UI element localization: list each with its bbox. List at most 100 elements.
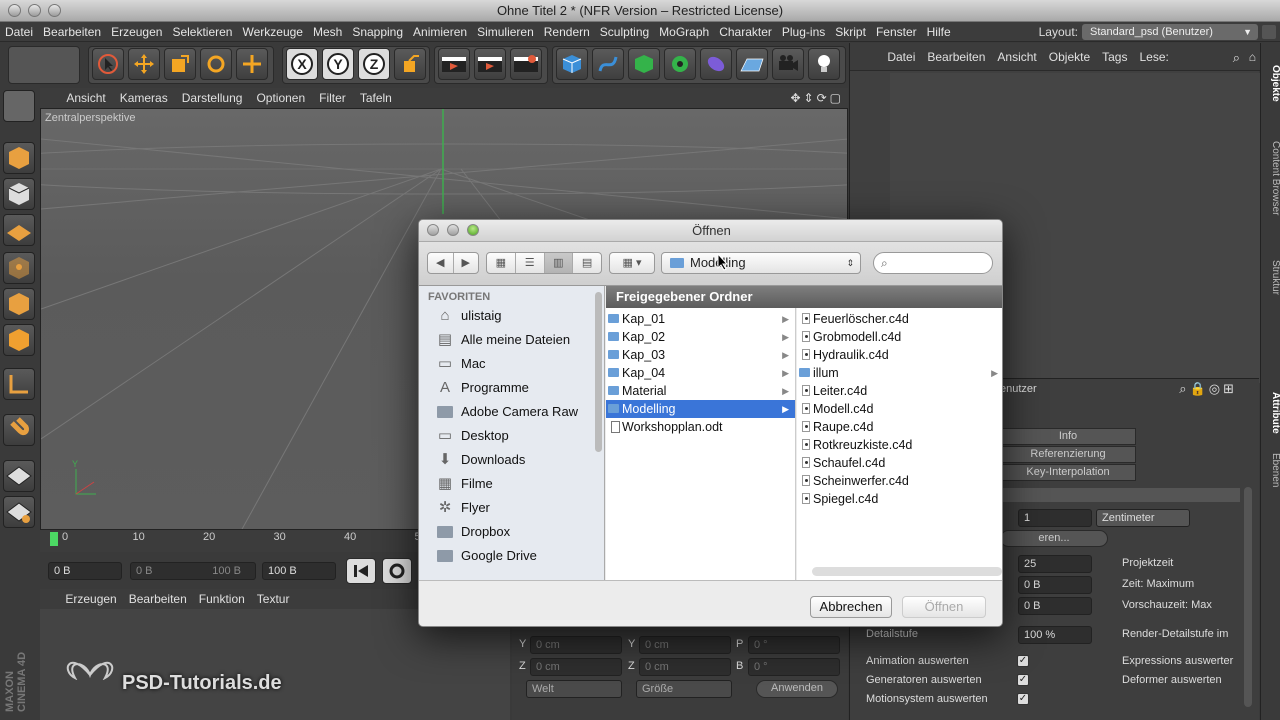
model-mode-icon[interactable] [3, 142, 35, 174]
menu-item[interactable]: Rendern [539, 22, 595, 42]
viewport-menu-item[interactable]: Ansicht [59, 88, 112, 108]
max-time-field[interactable]: 0 B [1018, 576, 1092, 594]
tab-struktur[interactable]: Struktur [1261, 248, 1280, 308]
workplane-lock-icon[interactable] [3, 496, 35, 528]
file-list-item[interactable]: Scheinwerfer.c4d [797, 472, 1002, 490]
file-list-item[interactable]: Kap_03 ▶ [606, 346, 795, 364]
tab-ebenen[interactable]: Ebenen [1261, 443, 1280, 498]
sidebar-item[interactable]: ▦ Filme [437, 472, 604, 496]
dialog-minimize-button[interactable] [447, 224, 459, 236]
scale-value-field[interactable]: 1 [1018, 509, 1092, 527]
workplane-icon[interactable] [3, 214, 35, 246]
preview-time-field[interactable]: 0 B [1018, 597, 1092, 615]
layout-extra-icon[interactable] [1262, 25, 1276, 39]
file-list-item[interactable]: Workshopplan.odt [606, 418, 795, 436]
timeline-range-field[interactable]: 0 B 100 B [130, 562, 256, 580]
sidebar-item[interactable]: ▤ Alle meine Dateien [437, 328, 604, 352]
coord-z-position[interactable]: 0 cm [530, 658, 622, 676]
x-axis-icon[interactable]: X [286, 48, 318, 80]
tab-info[interactable]: Info [1000, 428, 1136, 445]
file-list-item[interactable]: Modelling ▶ [606, 400, 795, 418]
material-menu-item[interactable]: Bearbeiten [123, 589, 193, 609]
zoom-window-button[interactable] [48, 4, 61, 17]
arrange-button[interactable]: ▦ ▾ [609, 252, 655, 274]
y-axis-icon[interactable]: Y [322, 48, 354, 80]
coverflow-view-icon[interactable]: ▤ [573, 253, 601, 273]
live-select-icon[interactable] [236, 48, 268, 80]
cancel-button[interactable]: Abbrechen [810, 596, 892, 618]
om-home-icon[interactable]: ⌂ [1249, 50, 1256, 64]
coord-z-size[interactable]: 0 cm [639, 658, 731, 676]
attr-tool-icons[interactable]: ⌕🔒◎⊞ [1179, 381, 1237, 397]
list-view-icon[interactable]: ☰ [516, 253, 545, 273]
go-to-start-icon[interactable] [346, 558, 376, 584]
coord-p-rotation[interactable]: 0 ° [748, 636, 840, 654]
points-mode-icon[interactable] [3, 252, 35, 284]
menu-item[interactable]: Animieren [408, 22, 472, 42]
forward-arrow-icon[interactable]: ▶ [454, 253, 479, 273]
om-menu-item[interactable]: Lese: [1133, 43, 1174, 71]
apply-button[interactable]: Anwenden [756, 680, 838, 698]
column-view-icon[interactable]: ▥ [544, 253, 574, 273]
detail-field[interactable]: 100 % [1018, 626, 1092, 644]
attr-scrollbar[interactable] [1244, 487, 1252, 707]
deformer-icon[interactable] [700, 48, 732, 80]
column-horizontal-scrollbar[interactable] [812, 567, 1002, 576]
coord-b-rotation[interactable]: 0 ° [748, 658, 840, 676]
menu-item[interactable]: Datei [0, 22, 38, 42]
sidebar-item[interactable]: Adobe Camera Raw [437, 400, 604, 424]
tab-referenzierung[interactable]: Referenzierung [1000, 446, 1136, 463]
file-list-item[interactable]: Feuerlöscher.c4d [797, 310, 1002, 328]
floor-icon[interactable] [736, 48, 768, 80]
viewport-nav-icons[interactable]: ✥⇕⟳▢ [790, 88, 844, 108]
scale-icon[interactable] [164, 48, 196, 80]
material-menu-item[interactable]: Funktion [193, 589, 251, 609]
rotate-icon[interactable] [200, 48, 232, 80]
coord-y-position[interactable]: 0 cm [530, 636, 622, 654]
menu-item[interactable]: MoGraph [654, 22, 714, 42]
polygons-mode-icon[interactable] [3, 324, 35, 356]
material-menu-item[interactable]: Textur [251, 589, 296, 609]
file-list-item[interactable]: Spiegel.c4d [797, 490, 1002, 508]
viewport-menu-item[interactable]: Kameras [113, 88, 175, 108]
z-axis-icon[interactable]: Z [358, 48, 390, 80]
tab-key-interpolation[interactable]: Key-Interpolation [1000, 464, 1136, 481]
menu-item[interactable]: Charakter [714, 22, 777, 42]
minimize-window-button[interactable] [28, 4, 41, 17]
viewport-menu-item[interactable]: Filter [312, 88, 353, 108]
animation-eval-checkbox[interactable]: ✓ [1017, 655, 1029, 667]
file-list-item[interactable]: Hydraulik.c4d [797, 346, 1002, 364]
menu-item[interactable]: Sculpting [595, 22, 654, 42]
file-list-item[interactable]: illum ▶ [797, 364, 1002, 382]
magnet-icon[interactable] [3, 414, 35, 446]
scale-project-button[interactable]: eren... [1000, 530, 1108, 547]
coord-y-size[interactable]: 0 cm [639, 636, 731, 654]
file-list-item[interactable]: Kap_01 ▶ [606, 310, 795, 328]
om-menu-item[interactable]: Tags [1096, 43, 1133, 71]
menu-item[interactable]: Simulieren [472, 22, 539, 42]
render-view-icon[interactable] [438, 48, 470, 80]
icon-view-icon[interactable]: ▦ [487, 253, 516, 273]
axis-mode-icon[interactable] [3, 368, 35, 400]
sidebar-item[interactable]: ⬇ Downloads [437, 448, 604, 472]
file-list-item[interactable]: Modell.c4d [797, 400, 1002, 418]
snapping-grid-icon[interactable] [3, 460, 35, 492]
menu-item[interactable]: Mesh [308, 22, 347, 42]
viewport-menu-item[interactable]: Darstellung [175, 88, 250, 108]
camera-icon[interactable] [772, 48, 804, 80]
array-icon[interactable] [664, 48, 696, 80]
menu-item[interactable]: Hilfe [922, 22, 956, 42]
menu-item[interactable]: Selektieren [167, 22, 237, 42]
menu-item[interactable]: Erzeugen [106, 22, 167, 42]
sidebar-item[interactable]: ▭ Mac [437, 352, 604, 376]
generators-eval-checkbox[interactable]: ✓ [1017, 674, 1029, 686]
undo-redo-group[interactable] [8, 46, 80, 84]
fps-field[interactable]: 25 [1018, 555, 1092, 573]
file-list-item[interactable]: Kap_02 ▶ [606, 328, 795, 346]
om-menu-item[interactable]: Ansicht [991, 43, 1042, 71]
back-arrow-icon[interactable]: ◀ [428, 253, 454, 273]
light-icon[interactable] [808, 48, 840, 80]
path-popup[interactable]: Modelling ⇕ [661, 252, 861, 274]
om-menu-item[interactable]: Datei [881, 43, 921, 71]
close-window-button[interactable] [8, 4, 21, 17]
